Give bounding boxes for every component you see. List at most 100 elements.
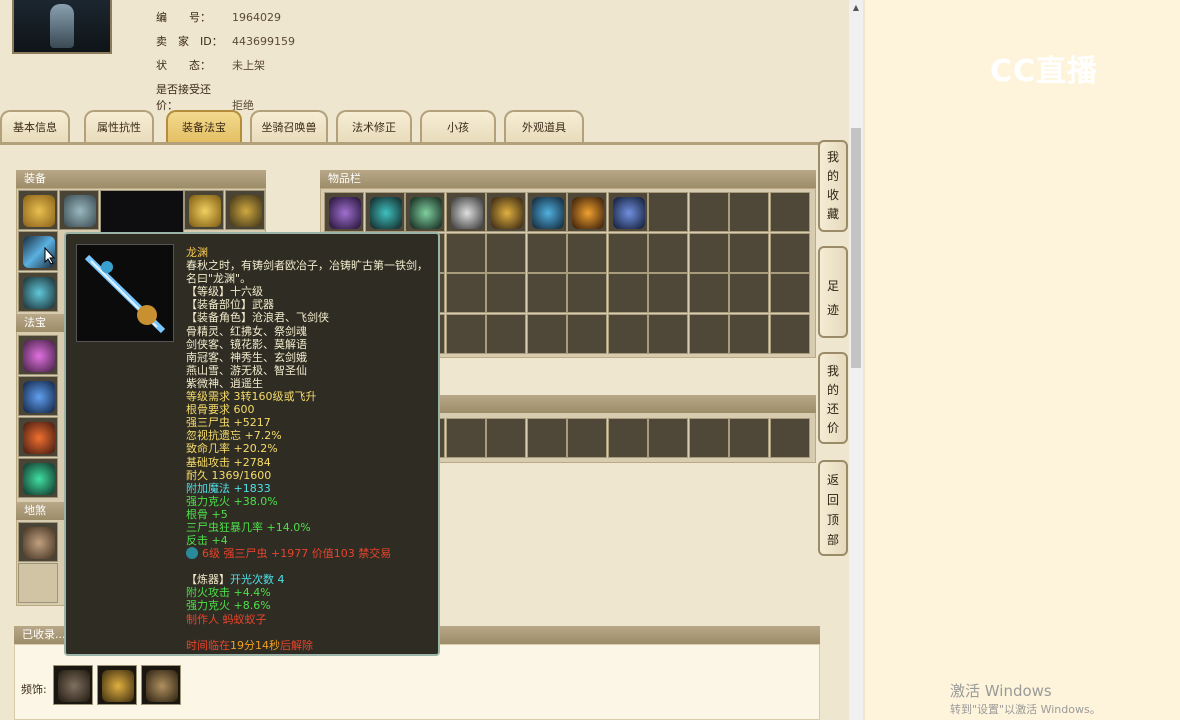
storage-slot[interactable] [729, 418, 769, 458]
tooltip-line: 南冠客、神秀生、玄剑娥 [186, 350, 307, 364]
storage-slot[interactable] [526, 418, 567, 458]
refine-value: 开光次数 4 [230, 573, 285, 587]
favorites-button[interactable]: 我的收藏 [818, 140, 848, 232]
inventory-slot[interactable] [729, 232, 769, 273]
inventory-slot[interactable] [405, 192, 445, 232]
inventory-slot[interactable] [445, 192, 486, 232]
ornament-label: 频饰: [21, 683, 47, 696]
inventory-slot[interactable] [607, 192, 648, 232]
inventory-slot[interactable] [648, 192, 688, 232]
favorites-label: 我的收藏 [826, 150, 839, 221]
inventory-slot[interactable] [526, 273, 567, 313]
inventory-slot[interactable] [648, 273, 688, 313]
inventory-slot[interactable] [688, 232, 729, 273]
inventory-slot[interactable] [567, 232, 607, 273]
refine-header: 【炼器】开光次数 4 [186, 573, 436, 586]
ornament-slot-3[interactable] [141, 665, 181, 705]
storage-slot[interactable] [607, 418, 648, 458]
tooltip-line: 忽视抗遗忘 +7.2% [186, 429, 282, 443]
equip-slot-belt[interactable] [184, 190, 224, 230]
inventory-slot[interactable] [769, 273, 810, 313]
inventory-slot[interactable] [526, 313, 567, 354]
scroll-up-icon[interactable]: ▲ [849, 0, 863, 16]
inventory-slot[interactable] [769, 192, 810, 232]
time-prefix: 时间临在 [186, 638, 230, 652]
storage-slot[interactable] [445, 418, 486, 458]
inventory-slot[interactable] [526, 232, 567, 273]
info-status: 状 态： 未上架 [156, 57, 265, 73]
footprint-label: 足迹 [826, 279, 839, 317]
inventory-slot[interactable] [445, 273, 486, 313]
fabao-slot-1[interactable] [18, 335, 58, 375]
inventory-slot[interactable] [486, 232, 526, 273]
number-label: 编 号： [156, 11, 211, 24]
storage-slot[interactable] [486, 418, 526, 458]
number-value: 1964029 [232, 11, 281, 24]
item-icon [369, 197, 402, 229]
footprint-button[interactable]: 足迹 [818, 246, 848, 338]
fabao-slot-2[interactable] [18, 376, 58, 416]
fabao-slot-3[interactable] [18, 417, 58, 457]
inventory-slot[interactable] [486, 313, 526, 354]
inventory-slot[interactable] [769, 232, 810, 273]
item-name: 龙渊 [186, 246, 208, 259]
inventory-slot[interactable] [526, 192, 567, 232]
equipment-header: 装备 [16, 170, 266, 188]
inventory-slot[interactable] [688, 313, 729, 354]
storage-slot[interactable] [648, 418, 688, 458]
tab-child[interactable]: 小孩 [420, 110, 496, 142]
storage-slot[interactable] [567, 418, 607, 458]
tab-equipment[interactable]: 装备法宝 [166, 110, 242, 142]
inventory-slot[interactable] [445, 313, 486, 354]
ornament-slot-2[interactable] [97, 665, 137, 705]
equip-slot-armor[interactable] [18, 190, 58, 230]
tab-basic-info[interactable]: 基本信息 [0, 110, 70, 142]
ornament-slot-1[interactable] [53, 665, 93, 705]
tooltip-line: 【等级】十六级 [186, 285, 263, 299]
back-to-top-button[interactable]: 返回顶部 [818, 460, 848, 556]
inventory-slot[interactable] [486, 273, 526, 313]
inventory-slot[interactable] [688, 273, 729, 313]
fabao-slot-4[interactable] [18, 458, 58, 498]
tooltip-line: 骨精灵、红拂女、祭剑魂 [186, 324, 307, 338]
refine-label: 【炼器】 [186, 573, 230, 587]
inventory-slot[interactable] [567, 192, 607, 232]
tooltip-line: 反击 +4 [186, 534, 228, 548]
scrollbar-thumb[interactable] [851, 128, 861, 368]
inventory-slot[interactable] [486, 192, 526, 232]
my-offer-button[interactable]: 我的还价 [818, 352, 848, 444]
status-value: 未上架 [232, 59, 265, 72]
inventory-slot[interactable] [648, 313, 688, 354]
cursor-icon [44, 247, 56, 265]
tab-mounts-pets[interactable]: 坐骑召唤兽 [250, 110, 328, 142]
storage-slot[interactable] [688, 418, 729, 458]
equip-slot-shoes[interactable] [18, 272, 58, 312]
inventory-slot[interactable] [567, 313, 607, 354]
inventory-slot[interactable] [607, 313, 648, 354]
item-icon [329, 197, 361, 229]
tab-divider [0, 142, 820, 145]
inventory-slot[interactable] [324, 192, 364, 232]
inventory-slot[interactable] [729, 273, 769, 313]
inventory-slot[interactable] [729, 313, 769, 354]
equip-slot-necklace[interactable] [225, 190, 265, 230]
inventory-slot[interactable] [567, 273, 607, 313]
tooltip-line: 根骨要求 600 [186, 403, 255, 417]
storage-slot[interactable] [769, 418, 810, 458]
tab-appearance[interactable]: 外观道具 [504, 110, 584, 142]
disha-slot[interactable] [18, 522, 58, 562]
gem-line-text: 6级 强三尸虫 +1977 价值103 禁交易 [202, 547, 392, 561]
inventory-slot[interactable] [729, 192, 769, 232]
equip-slot-helmet[interactable] [59, 190, 99, 230]
inventory-slot[interactable] [364, 192, 405, 232]
inventory-slot[interactable] [769, 313, 810, 354]
inventory-slot[interactable] [445, 232, 486, 273]
inventory-slot[interactable] [648, 232, 688, 273]
tab-spell-correction[interactable]: 法术修正 [336, 110, 412, 142]
tooltip-line: 【装备部位】武器 [186, 298, 274, 312]
inventory-slot[interactable] [688, 192, 729, 232]
inventory-slot[interactable] [607, 232, 648, 273]
tab-attributes[interactable]: 属性抗性 [84, 110, 154, 142]
inventory-slot[interactable] [607, 273, 648, 313]
